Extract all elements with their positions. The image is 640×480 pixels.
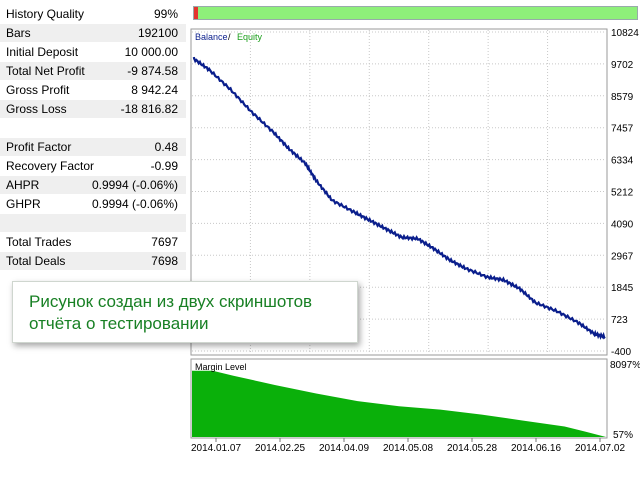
margin-chart-x-ticks: 2014.01.07 2014.02.25 2014.04.09 2014.05.08… <box>191 438 625 454</box>
balance-y-tick-label: 723 <box>611 315 628 326</box>
margin-chart-title: Margin Level <box>195 362 247 372</box>
balance-y-tick-label: 8579 <box>611 92 634 103</box>
x-tick-label: 2014.06.16 <box>511 443 561 454</box>
x-tick-label: 2014.02.25 <box>255 443 305 454</box>
balance-chart-y-ticks: 10824 9702 8579 7457 6334 5212 4090 2967 1845 723… <box>611 28 639 358</box>
balance-y-tick-label: 10824 <box>611 28 639 39</box>
balance-y-tick-label: 2967 <box>611 251 634 262</box>
x-tick-label: 2014.05.08 <box>383 443 433 454</box>
balance-y-tick-label: 6334 <box>611 156 634 167</box>
x-tick-label: 2014.01.07 <box>191 443 241 454</box>
legend-equity-label: Equity <box>237 32 263 42</box>
margin-y-bottom-label: 57% <box>613 430 633 441</box>
balance-y-tick-label: 7457 <box>611 124 634 135</box>
balance-y-tick-label: 9702 <box>611 60 634 71</box>
caption-line-2: отчёта о тестировании <box>29 314 209 333</box>
x-tick-label: 2014.04.09 <box>319 443 369 454</box>
x-tick-label: 2014.07.02 <box>575 443 625 454</box>
report-charts: 10824 9702 8579 7457 6334 5212 4090 2967 1845 723… <box>190 28 640 454</box>
caption-box: Рисунок создан из двух скриншотов отчёта… <box>12 281 358 343</box>
balance-y-tick-label: 1845 <box>611 283 634 294</box>
balance-y-tick-label: 5212 <box>611 188 634 199</box>
balance-y-tick-label: 4090 <box>611 219 634 230</box>
legend-balance-label: Balance <box>195 32 228 42</box>
balance-y-tick-label: -400 <box>611 347 631 358</box>
caption-line-1: Рисунок создан из двух скриншотов <box>29 292 313 311</box>
x-tick-label: 2014.05.28 <box>447 443 497 454</box>
margin-y-top-label: 8097% <box>610 360 640 371</box>
